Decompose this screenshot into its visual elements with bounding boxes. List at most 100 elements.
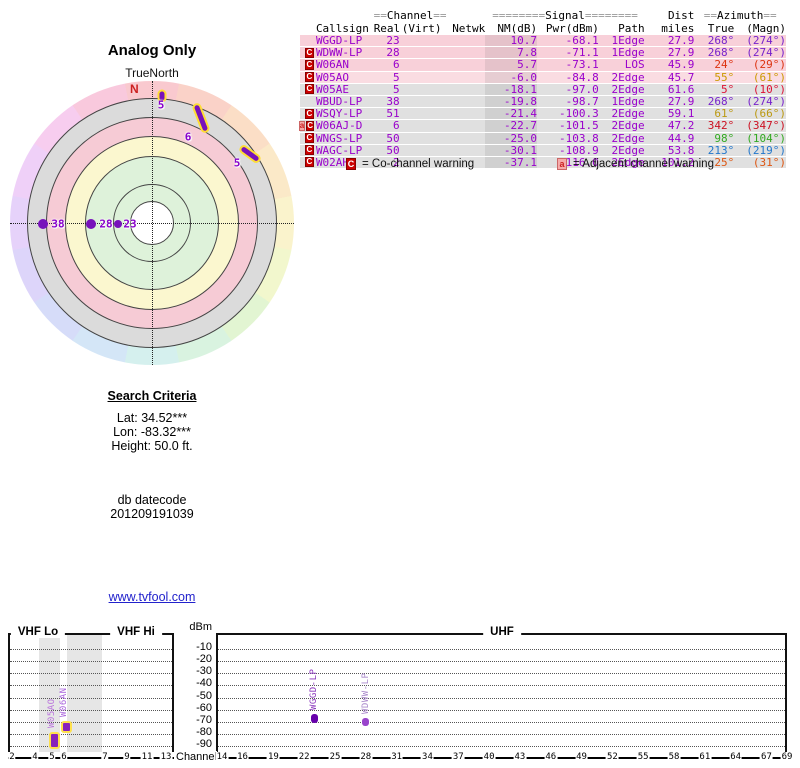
- cell-network: [441, 84, 485, 95]
- cell-magnetic-azimuth: (347°): [746, 119, 786, 133]
- channel-tick: 6: [60, 752, 68, 762]
- cell-network: [441, 145, 485, 156]
- gridline: [10, 649, 172, 650]
- cell-path: 2Edge: [611, 70, 645, 84]
- channel-tick: 37: [451, 752, 465, 762]
- cell-magnetic-azimuth: (274°): [746, 94, 786, 108]
- channel-tick: 5: [48, 752, 56, 762]
- channel-tick: 7: [101, 752, 109, 762]
- signal-bar-label: W05AO: [47, 698, 57, 729]
- gridline: [10, 673, 172, 675]
- cell-true-azimuth: 213°: [707, 143, 735, 157]
- gridline: [218, 649, 785, 650]
- cell-virt-channel: [400, 84, 442, 95]
- channel-tick: 46: [544, 752, 558, 762]
- cell-real-channel: 6: [393, 119, 400, 133]
- cell-magnetic-azimuth: (29°): [752, 58, 786, 72]
- tvfool-link[interactable]: www.tvfool.com: [109, 590, 196, 604]
- cell-magnetic-azimuth: (66°): [752, 107, 786, 121]
- cell-path: 1Edge: [611, 34, 645, 47]
- co-channel-warning-badge: C: [304, 133, 314, 144]
- search-criteria: Search Criteria Lat: 34.52*** Lon: -83.3…: [57, 389, 247, 521]
- warning-badges: [300, 35, 314, 46]
- signal-group-header: ========Signal========: [492, 9, 638, 22]
- cell-miles: 59.1: [667, 107, 695, 121]
- channel-tick: 4: [31, 752, 39, 762]
- cell-miles: 27.9: [667, 94, 695, 108]
- cell-pwr-dbm: -84.8: [565, 70, 599, 84]
- cell-virt-channel: [400, 35, 442, 46]
- channel-tick: 31: [390, 752, 404, 762]
- adjacent-legend-text: = Adjacent channel warning: [573, 158, 714, 170]
- gridline: [218, 697, 785, 699]
- gridline: [10, 721, 172, 723]
- co-channel-warning-badge: C: [304, 84, 314, 95]
- cell-virt-channel: [400, 72, 442, 83]
- warning-badges: [300, 96, 314, 107]
- warning-badges: C: [300, 72, 314, 83]
- true-north-label: TrueNorth: [125, 66, 179, 80]
- cell-path: 2Edge: [611, 143, 645, 157]
- cell-miles: 45.9: [667, 58, 695, 72]
- cell-path: 1Edge: [611, 94, 645, 108]
- cell-magnetic-azimuth: (219°): [746, 143, 786, 157]
- band-label-vhf-lo: VHF Lo: [10, 626, 66, 638]
- cell-real-channel: 5: [392, 70, 400, 84]
- dbm-tick-label: -50: [196, 689, 212, 702]
- crosshair-vertical: [152, 81, 153, 365]
- cell-network: [441, 108, 485, 119]
- cell-callsign: WBUD-LP: [315, 94, 363, 108]
- cell-path: LOS: [624, 58, 645, 72]
- warning-badges: C: [300, 108, 314, 119]
- gridline: [218, 746, 785, 747]
- cell-pwr-dbm: -108.9: [559, 143, 599, 157]
- cell-pwr-dbm: -98.7: [565, 94, 599, 108]
- cell-nm-db: 10.7: [485, 34, 538, 47]
- channel-tick: 49: [575, 752, 588, 762]
- signal-bar: [48, 732, 60, 750]
- cell-real-channel: 23: [386, 34, 400, 47]
- cell-magnetic-azimuth: (274°): [746, 34, 786, 47]
- cell-callsign: WSQY-LP: [315, 107, 363, 121]
- gridline: [10, 685, 172, 687]
- cell-pwr-dbm: -97.0: [565, 82, 599, 96]
- station-marker-dot: [38, 219, 48, 229]
- cell-pwr-dbm: -68.1: [565, 34, 599, 47]
- dbm-tick-label: -70: [196, 713, 212, 726]
- cell-pwr-dbm: -101.5: [559, 119, 599, 133]
- cell-magnetic-azimuth: (104°): [746, 131, 786, 145]
- cell-nm-db: 5.7: [485, 59, 538, 71]
- warning-badges: C: [300, 47, 314, 58]
- co-channel-warning-badge: C: [304, 59, 314, 70]
- adjacent-channel-legend: a = Adjacent channel warning: [557, 158, 714, 170]
- cell-network: [441, 59, 485, 70]
- channel-tick: 28: [359, 752, 373, 762]
- cell-miles: 44.9: [667, 131, 695, 145]
- station-marker-label: 38: [51, 217, 65, 231]
- tvfool-link-wrap: www.tvfool.com: [57, 590, 247, 604]
- cell-callsign: W05AE: [315, 82, 350, 96]
- table-row: C W06AN 6 5.7 -73.1 LOS 45.9 24° (29°): [300, 58, 786, 72]
- cell-true-azimuth: 5°: [720, 82, 735, 96]
- co-channel-legend: C = Co-channel warning: [346, 158, 474, 170]
- cell-pwr-dbm: -100.3: [559, 107, 599, 121]
- cell-path: 1Edge: [611, 46, 645, 60]
- adjacent-warning-badge: a: [557, 158, 567, 170]
- band-label-vhf-hi: VHF Hi: [110, 626, 162, 638]
- cell-network: [441, 120, 485, 131]
- channel-tick: 16: [236, 752, 249, 762]
- height-value: Height: 50.0 ft.: [111, 439, 193, 453]
- datecode-label: db datecode: [117, 493, 187, 507]
- radar-title: Analog Only: [107, 42, 197, 59]
- warning-badges: C: [300, 133, 314, 144]
- cell-callsign: W05AO: [315, 70, 350, 84]
- cell-virt-channel: [400, 145, 442, 156]
- dbm-tick-label: -30: [196, 665, 212, 678]
- cell-virt-channel: [400, 96, 442, 107]
- channel-tick: 58: [667, 752, 681, 762]
- gridline: [10, 661, 172, 663]
- search-criteria-title: Search Criteria: [107, 389, 197, 403]
- cell-pwr-dbm: -71.1: [565, 46, 599, 60]
- adjacent-warning-badge: a: [298, 120, 306, 131]
- cell-real-channel: 51: [386, 107, 400, 121]
